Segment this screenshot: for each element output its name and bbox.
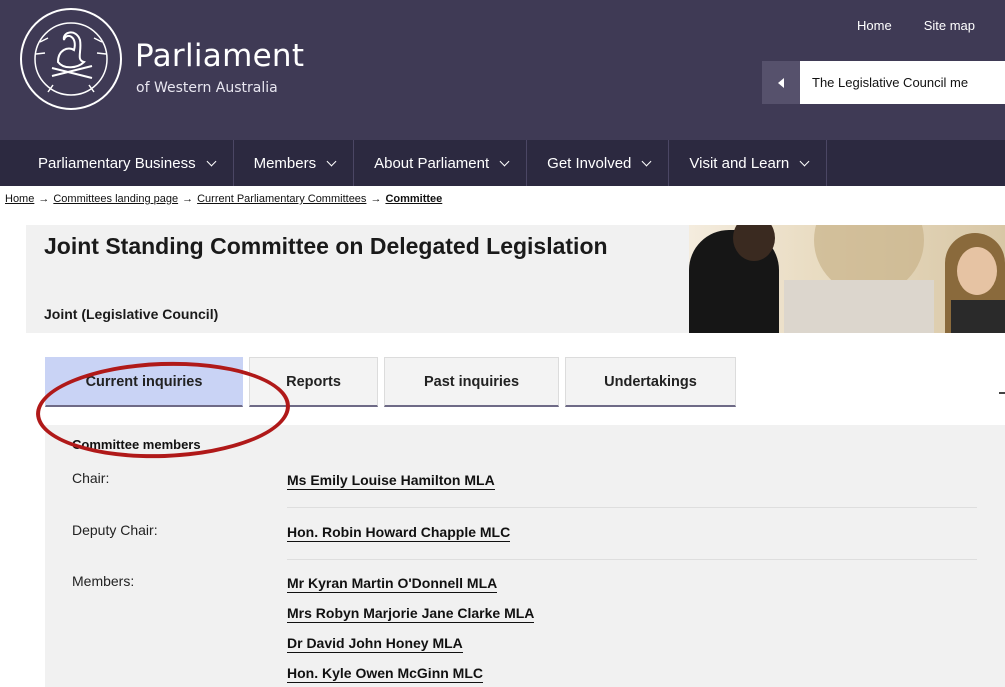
hero-photo [689, 225, 1005, 333]
breadcrumb: Home → Committees landing page → Current Par… [5, 193, 442, 205]
news-ticker: The Legislative Council me [762, 61, 1005, 104]
site-map-link[interactable]: Site map [924, 18, 975, 33]
nav-about-parliament[interactable]: About Parliament [354, 140, 528, 186]
parliament-seal-icon[interactable] [18, 6, 124, 112]
breadcrumb-arrow: → [38, 193, 50, 205]
member-link-chair[interactable]: Ms Emily Louise Hamilton MLA [287, 472, 495, 490]
nav-get-involved[interactable]: Get Involved [527, 140, 670, 186]
chevron-down-icon [799, 156, 810, 166]
member-link[interactable]: Mr Kyran Martin O'Donnell MLA [287, 575, 498, 593]
nav-label: Parliamentary Business [38, 154, 196, 172]
nav-visit-and-learn[interactable]: Visit and Learn [669, 140, 828, 186]
tab-current-inquiries[interactable]: Current inquiries [45, 357, 243, 407]
chevron-down-icon [641, 156, 652, 166]
reception-counter [784, 280, 934, 333]
tab-undertakings[interactable]: Undertakings [565, 357, 736, 407]
member-link[interactable]: Mrs Robyn Marjorie Jane Clarke MLA [287, 605, 535, 623]
tab-past-inquiries[interactable]: Past inquiries [384, 357, 559, 407]
deputy-chair-label: Deputy Chair: [72, 522, 158, 538]
breadcrumb-current-committees[interactable]: Current Parliamentary Committees [197, 193, 366, 205]
ticker-text[interactable]: The Legislative Council me [800, 75, 1005, 90]
nav-label: Members [253, 154, 317, 172]
ticker-prev-button[interactable] [762, 61, 800, 104]
chevron-down-icon [326, 156, 337, 166]
person-right-face [957, 247, 997, 295]
breadcrumb-arrow: → [182, 193, 194, 205]
caret-left-icon [778, 77, 784, 88]
member-link[interactable]: Hon. Kyle Owen McGinn MLC [287, 665, 484, 683]
main-nav: Parliamentary Business Members About Par… [0, 140, 1005, 186]
divider [287, 559, 977, 560]
nav-parliamentary-business[interactable]: Parliamentary Business [0, 140, 234, 186]
members-label: Members: [72, 573, 135, 589]
tab-reports[interactable]: Reports [249, 357, 378, 407]
person-right-body [951, 300, 1005, 333]
nav-label: About Parliament [374, 154, 490, 172]
members-heading: Committee members [72, 437, 201, 452]
breadcrumb-committees-landing[interactable]: Committees landing page [53, 193, 178, 205]
page-subtitle: Joint (Legislative Council) [44, 306, 219, 322]
chevron-down-icon [206, 156, 217, 166]
chevron-down-icon [499, 156, 510, 166]
page-header: Joint Standing Committee on Delegated Le… [26, 225, 690, 333]
chair-label: Chair: [72, 470, 110, 486]
nav-label: Visit and Learn [689, 154, 790, 172]
committee-members-panel: Committee members Chair: Ms Emily Louise… [45, 425, 1005, 687]
page-title: Joint Standing Committee on Delegated Le… [44, 233, 608, 259]
member-link-deputy-chair[interactable]: Hon. Robin Howard Chapple MLC [287, 524, 511, 542]
site-header: Parliament of Western Australia Home Sit… [0, 0, 1005, 140]
member-link[interactable]: Dr David John Honey MLA [287, 635, 463, 653]
site-subtitle: of Western Australia [136, 80, 278, 96]
scroll-hint-mark [999, 392, 1005, 394]
nav-label: Get Involved [547, 154, 632, 172]
breadcrumb-arrow: → [370, 193, 382, 205]
committee-tabs: Current inquiries Reports Past inquiries… [45, 357, 742, 407]
breadcrumb-committee[interactable]: Committee [385, 193, 442, 205]
home-link[interactable]: Home [857, 18, 892, 33]
top-links: Home Site map [857, 18, 975, 33]
breadcrumb-home[interactable]: Home [5, 193, 34, 205]
site-title[interactable]: Parliament [135, 38, 304, 74]
divider [287, 507, 977, 508]
nav-members[interactable]: Members [234, 140, 355, 186]
